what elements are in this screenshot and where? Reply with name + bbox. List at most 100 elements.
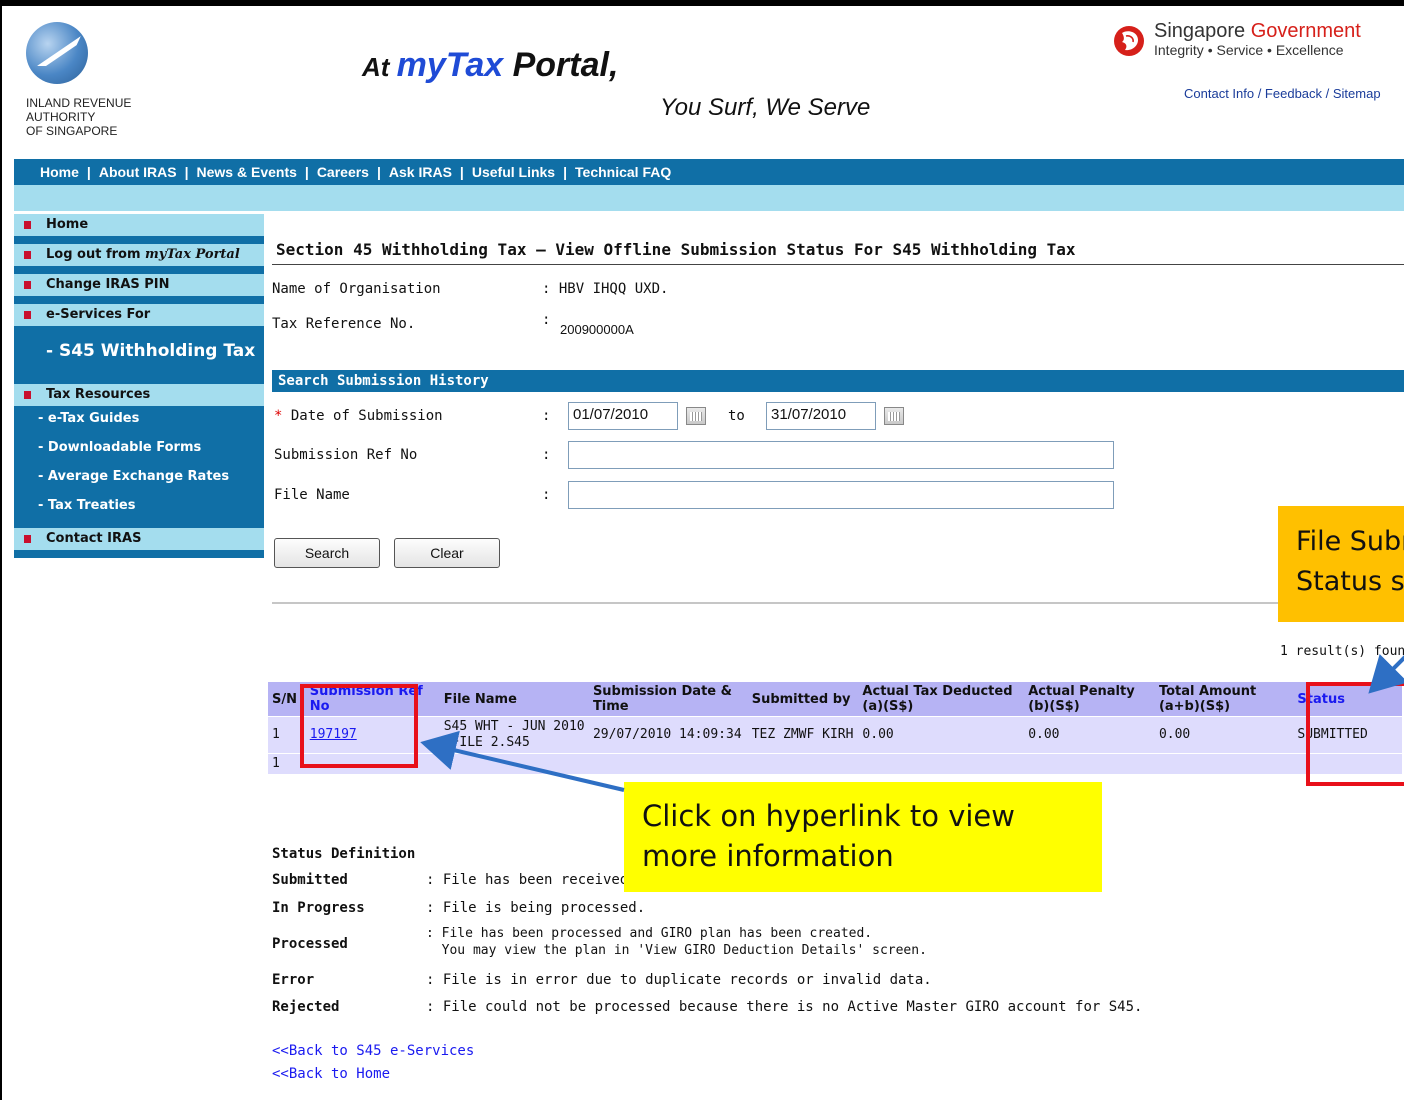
submission-ref-input[interactable] (568, 441, 1114, 469)
sidebar-contact-label: Contact IRAS (46, 531, 142, 546)
status-highlight-box (1306, 682, 1404, 786)
sub-nav-bar (14, 185, 1404, 211)
nav-separator: | (376, 164, 381, 180)
submission-ref-label: Submission Ref No (274, 447, 418, 463)
bullet-icon (24, 251, 31, 259)
hyperlink-highlight-box (300, 684, 418, 768)
portal-tagline: You Surf, We Serve (660, 94, 871, 121)
cell-actual-tax: 0.00 (858, 716, 1025, 754)
sidebar-change-pin-label: Change IRAS PIN (46, 277, 170, 292)
sidebar-item-downloadable-forms[interactable]: - Downloadable Forms (14, 433, 264, 462)
org-line-1: INLAND REVENUE (26, 96, 132, 110)
clear-button[interactable]: Clear (394, 538, 500, 568)
page-title: Section 45 Withholding Tax – View Offlin… (276, 240, 1076, 259)
org-label: Name of Organisation (272, 281, 441, 297)
taxref-label: Tax Reference No. (272, 316, 416, 332)
back-to-s45-link[interactable]: <<Back to S45 e-Services (272, 1043, 474, 1059)
taxref-value: 200900000A (560, 322, 634, 337)
browser-frame: INLAND REVENUE AUTHORITY OF SINGAPORE At… (0, 0, 1404, 1100)
status-desc: : File is being processed. (426, 900, 646, 916)
nav-separator: | (184, 164, 189, 180)
file-name-label: File Name (274, 487, 350, 503)
date-to-input[interactable]: 31/07/2010 (766, 402, 876, 430)
status-callout-line1: File Submission (1296, 526, 1404, 557)
file-colon: : (542, 487, 551, 503)
bullet-icon (24, 535, 31, 543)
cell-submitted-by: TEZ ZMWF KIRH (747, 716, 859, 754)
nav-home[interactable]: Home (40, 164, 79, 180)
calendar-icon[interactable] (686, 407, 706, 425)
hyperlink-callout-line2: more information (642, 839, 894, 873)
to-label: to (728, 408, 745, 424)
sidebar-item-eservices[interactable]: e-Services For (14, 296, 264, 326)
file-name-input[interactable] (568, 481, 1114, 509)
sidebar-item-etax-guides[interactable]: - e-Tax Guides (14, 404, 264, 433)
gov-name-part2: Government (1250, 20, 1361, 42)
nav-ask-iras[interactable]: Ask IRAS (389, 164, 452, 180)
bullet-icon (24, 221, 31, 229)
sidebar-item-exchange-rates[interactable]: - Average Exchange Rates (14, 462, 264, 491)
cell-actual-penalty: 0.00 (1024, 716, 1155, 754)
hyperlink-callout: Click on hyperlink to view more informat… (624, 782, 1102, 892)
nav-useful-links[interactable]: Useful Links (472, 164, 555, 180)
section-divider (272, 602, 1404, 604)
sidebar-item-logout[interactable]: Log out from myTax Portal (14, 236, 264, 266)
status-definition-title: Status Definition (272, 846, 416, 862)
status-term: Error (272, 972, 315, 988)
col-actual-penalty: Actual Penalty (b)(S$) (1024, 682, 1155, 717)
results-table: S/N Submission Ref No File Name Submissi… (268, 682, 1402, 774)
sidebar-item-tax-resources[interactable]: Tax Resources (14, 376, 264, 406)
nav-about[interactable]: About IRAS (99, 164, 177, 180)
bullet-icon (24, 391, 31, 399)
taxref-colon: : (542, 312, 551, 328)
iras-logo-text: INLAND REVENUE AUTHORITY OF SINGAPORE (26, 96, 131, 138)
bullet-icon (24, 311, 31, 319)
col-actual-tax: Actual Tax Deducted (a)(S$) (858, 682, 1025, 717)
status-term: Submitted (272, 872, 348, 888)
calendar-icon[interactable] (884, 407, 904, 425)
date-label-text: Date of Submission (282, 408, 443, 424)
date-colon: : (542, 408, 551, 424)
singapore-government-logo[interactable]: Singapore Government Integrity • Service… (1112, 18, 1404, 68)
sidebar-item-s45[interactable]: - S45 Withholding Tax (14, 326, 264, 376)
sidebar-bottom-bar (14, 550, 264, 558)
col-submission-date: Submission Date & Time (588, 682, 748, 717)
hyperlink-callout-line1: Click on hyperlink to view (642, 799, 1015, 833)
col-total-amount: Total Amount (a+b)(S$) (1154, 682, 1294, 717)
sidebar-item-change-pin[interactable]: Change IRAS PIN (14, 266, 264, 296)
status-desc: : File is in error due to duplicate reco… (426, 972, 932, 988)
col-submitted-by: Submitted by (747, 682, 859, 717)
sidebar-logout-brand: myTax Portal (145, 247, 240, 262)
sidebar-item-contact[interactable]: Contact IRAS (14, 520, 264, 550)
sidebar-home-label: Home (46, 217, 89, 232)
cell-total-amount: 0.00 (1154, 716, 1294, 754)
status-term: Processed (272, 936, 348, 952)
iras-logo[interactable]: INLAND REVENUE AUTHORITY OF SINGAPORE (16, 16, 156, 138)
back-to-home-link[interactable]: <<Back to Home (272, 1066, 390, 1082)
nav-separator: | (86, 164, 91, 180)
status-term: In Progress (272, 900, 365, 916)
nav-separator: | (563, 164, 568, 180)
title-portal: Portal, (503, 46, 619, 84)
top-links[interactable]: Contact Info / Feedback / Sitemap (1184, 86, 1381, 101)
status-callout-line2: Status shown (1296, 566, 1404, 597)
table-header-row: S/N Submission Ref No File Name Submissi… (268, 682, 1402, 717)
nav-technical-faq[interactable]: Technical FAQ (575, 164, 671, 180)
sidebar: Home Log out from myTax Portal Change IR… (14, 214, 264, 558)
page-number[interactable]: 1 (268, 753, 1402, 774)
status-desc-line2: You may view the plan in 'View GIRO Dedu… (426, 943, 927, 958)
sidebar-item-tax-treaties[interactable]: - Tax Treaties (14, 491, 264, 520)
search-button[interactable]: Search (274, 538, 380, 568)
nav-careers[interactable]: Careers (317, 164, 369, 180)
sidebar-item-home[interactable]: Home (14, 214, 264, 236)
result-count: 1 result(s) found (1280, 644, 1404, 659)
col-file-name: File Name (439, 682, 589, 717)
status-callout: File Submission Status shown (1278, 506, 1404, 622)
nav-news[interactable]: News & Events (197, 164, 297, 180)
lion-head-icon (1114, 26, 1144, 56)
date-from-input[interactable]: 01/07/2010 (568, 402, 678, 430)
search-panel-header: Search Submission History (272, 370, 1404, 392)
ref-colon: : (542, 447, 551, 463)
gov-name: Singapore Government (1154, 20, 1361, 43)
iras-logo-icon (26, 22, 88, 84)
